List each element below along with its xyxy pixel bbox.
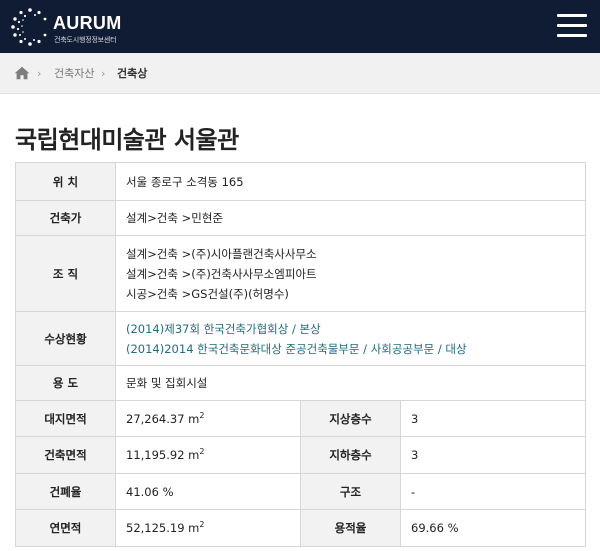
table-row: 용 도 문화 및 집회시설 bbox=[15, 365, 586, 401]
organization-label: 조 직 bbox=[15, 235, 116, 312]
organization-value: 설계>건축 >(주)시아플랜건축사사무소 설계>건축 >(주)건축사사무소엠피아… bbox=[115, 235, 586, 312]
building-area-label: 건축면적 bbox=[15, 436, 116, 474]
breadcrumb-item-architecture-award[interactable]: 건축상 bbox=[117, 65, 147, 81]
breadcrumb-item-architectural-assets[interactable]: 건축자산 bbox=[54, 65, 94, 81]
coverage-ratio-label: 건폐율 bbox=[15, 473, 116, 510]
table-row: 건축가 설계>건축 >민현준 bbox=[15, 200, 586, 236]
total-floor-area-value: 52,125.19 m2 bbox=[115, 509, 301, 547]
floors-below-label: 지하층수 bbox=[300, 436, 401, 474]
structure-value: - bbox=[400, 473, 586, 510]
logo-subtitle: 건축도시행정정보센터 bbox=[54, 36, 117, 44]
floors-below-value: 3 bbox=[400, 436, 586, 474]
aurum-logo[interactable]: AURUM 건축도시행정정보센터 bbox=[10, 7, 122, 47]
award-link[interactable]: (2014)제37회 한국건축가협회상 / 본상 bbox=[126, 319, 575, 339]
site-area-unit-superscript: 2 bbox=[199, 410, 205, 420]
home-icon[interactable] bbox=[14, 65, 30, 84]
building-area-value: 11,195.92 m2 bbox=[115, 436, 301, 474]
location-label: 위 치 bbox=[15, 162, 116, 201]
architect-value: 설계>건축 >민현준 bbox=[115, 200, 586, 236]
structure-label: 구조 bbox=[300, 473, 401, 510]
award-link[interactable]: (2014)2014 한국건축문화대상 준공건축물부문 / 사회공공부문 / 대… bbox=[126, 339, 575, 359]
building-info-table: 위 치 서울 종로구 소격동 165 건축가 설계>건축 >민현준 조 직 설계… bbox=[15, 162, 586, 547]
architect-label: 건축가 bbox=[15, 200, 116, 236]
top-navigation-bar: AURUM 건축도시행정정보센터 bbox=[0, 0, 600, 53]
table-row: 수상현황 (2014)제37회 한국건축가협회상 / 본상 (2014)2014… bbox=[15, 311, 586, 366]
total-floor-area-label: 연면적 bbox=[15, 509, 116, 547]
building-area-number: 11,195.92 m bbox=[126, 448, 200, 462]
organization-line: 설계>건축 >(주)건축사사무소엠피아트 bbox=[126, 266, 317, 281]
organization-line: 시공>건축 >GS건설(주)(허명수) bbox=[126, 286, 289, 301]
building-area-unit-superscript: 2 bbox=[199, 447, 205, 457]
floors-above-label: 지상층수 bbox=[300, 400, 401, 437]
table-row: 위 치 서울 종로구 소격동 165 bbox=[15, 162, 586, 201]
total-floor-area-unit-superscript: 2 bbox=[199, 520, 205, 530]
awards-value: (2014)제37회 한국건축가협회상 / 본상 (2014)2014 한국건축… bbox=[115, 311, 586, 366]
breadcrumb: › 건축자산 › 건축상 bbox=[0, 53, 600, 94]
floors-above-value: 3 bbox=[400, 400, 586, 437]
logo-title: AURUM bbox=[53, 13, 122, 33]
chevron-right-icon: › bbox=[37, 67, 42, 80]
table-row: 조 직 설계>건축 >(주)시아플랜건축사사무소 설계>건축 >(주)건축사사무… bbox=[15, 235, 586, 312]
page-title: 국립현대미술관 서울관 bbox=[15, 126, 239, 154]
awards-label: 수상현황 bbox=[15, 311, 116, 366]
coverage-ratio-value: 41.06 % bbox=[115, 473, 301, 510]
floor-area-ratio-value: 69.66 % bbox=[400, 509, 586, 547]
floor-area-ratio-label: 용적율 bbox=[300, 509, 401, 547]
table-row: 대지면적 27,264.37 m2 지상층수 3 bbox=[15, 400, 586, 437]
site-area-label: 대지면적 bbox=[15, 400, 116, 437]
hamburger-menu-icon[interactable] bbox=[555, 10, 589, 40]
chevron-right-icon: › bbox=[101, 67, 106, 80]
table-row: 건폐율 41.06 % 구조 - bbox=[15, 473, 586, 510]
usage-value: 문화 및 집회시설 bbox=[115, 365, 586, 401]
organization-line: 설계>건축 >(주)시아플랜건축사사무소 bbox=[126, 246, 317, 261]
total-floor-area-number: 52,125.19 m bbox=[126, 521, 200, 535]
logo-ring-icon bbox=[11, 8, 47, 46]
location-value: 서울 종로구 소격동 165 bbox=[115, 162, 586, 201]
table-row: 건축면적 11,195.92 m2 지하층수 3 bbox=[15, 436, 586, 474]
site-area-number: 27,264.37 m bbox=[126, 411, 200, 426]
usage-label: 용 도 bbox=[15, 365, 116, 401]
site-area-value: 27,264.37 m2 bbox=[115, 400, 301, 437]
table-row: 연면적 52,125.19 m2 용적율 69.66 % bbox=[15, 509, 586, 547]
